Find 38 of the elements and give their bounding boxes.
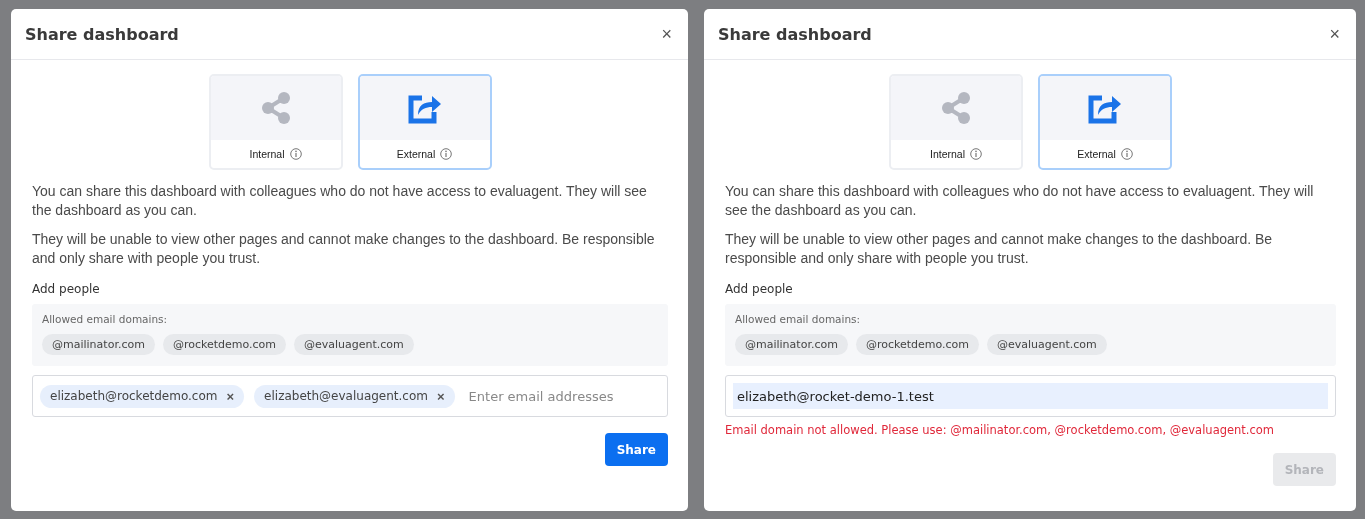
- add-people-label: Add people: [725, 282, 794, 296]
- domain-tag: @rocketdemo.com: [855, 334, 979, 355]
- email-input[interactable]: Enter email addresses: [464, 383, 660, 409]
- dialog-title: Share dashboard: [718, 24, 872, 44]
- share-icon: [259, 91, 292, 125]
- info-icon: [970, 148, 982, 160]
- description-text: You can share this dashboard with colleagues who do not have access to evaluagent. They will see the dashboard as you can.: [725, 182, 1315, 220]
- allowed-domains-label: Allowed email domains:: [735, 313, 862, 325]
- share-type-option[interactable]: Internal: [208, 74, 343, 170]
- email-input[interactable]: elizabeth@rocket-demo-1.test: [733, 383, 1328, 409]
- info-icon: [440, 148, 453, 160]
- close-button[interactable]: ×: [659, 23, 674, 45]
- email-field[interactable]: elizabeth@rocket-demo-1.test: [725, 375, 1336, 417]
- domain-tag: @evaluagent.com: [294, 334, 414, 355]
- dialog-title: Share dashboard: [25, 24, 179, 44]
- email-text: elizabeth@evaluagent.com: [264, 389, 428, 403]
- domain-tag: @rocketdemo.com: [162, 334, 286, 355]
- add-people-label: Add people: [32, 282, 101, 296]
- domain-tag: @evaluagent.com: [987, 334, 1107, 355]
- share-type-option[interactable]: External: [1038, 74, 1172, 170]
- share-type-option[interactable]: Internal: [889, 74, 1023, 170]
- remove-button[interactable]: ×: [226, 388, 235, 404]
- error-message: Email domain not allowed. Please use: @mailinator.com, @rocketdemo.com, @evaluagent.com: [725, 423, 1276, 437]
- domain-tag: @mailinator.com: [735, 334, 848, 355]
- description-text: They will be unable to view other pages and cannot make changes to the dashboard. Be responsible and only share with people you trust.: [725, 230, 1274, 268]
- share-type-option[interactable]: External: [357, 74, 492, 170]
- remove-button[interactable]: ×: [437, 388, 445, 404]
- email-field[interactable]: elizabeth@rocketdemo.com × elizabeth@evaluagent.com × Enter email addresses: [32, 375, 668, 417]
- close-button[interactable]: ×: [1327, 23, 1342, 45]
- allowed-domains-label: Allowed email domains:: [42, 313, 169, 325]
- domain-tag: @mailinator.com: [42, 334, 155, 355]
- share-icon: [940, 91, 972, 125]
- description-text: You can share this dashboard with colleagues who do not have access to evaluagent. They will see the dashboard as you can.: [32, 182, 648, 220]
- info-icon: [1120, 148, 1133, 160]
- share-button[interactable]: Share: [604, 433, 668, 466]
- info-icon: [289, 148, 302, 160]
- description-text: They will be unable to view other pages and cannot make changes to the dashboard. Be responsible and only share with people you trust.: [32, 230, 656, 268]
- email-text: elizabeth@rocketdemo.com: [50, 389, 218, 403]
